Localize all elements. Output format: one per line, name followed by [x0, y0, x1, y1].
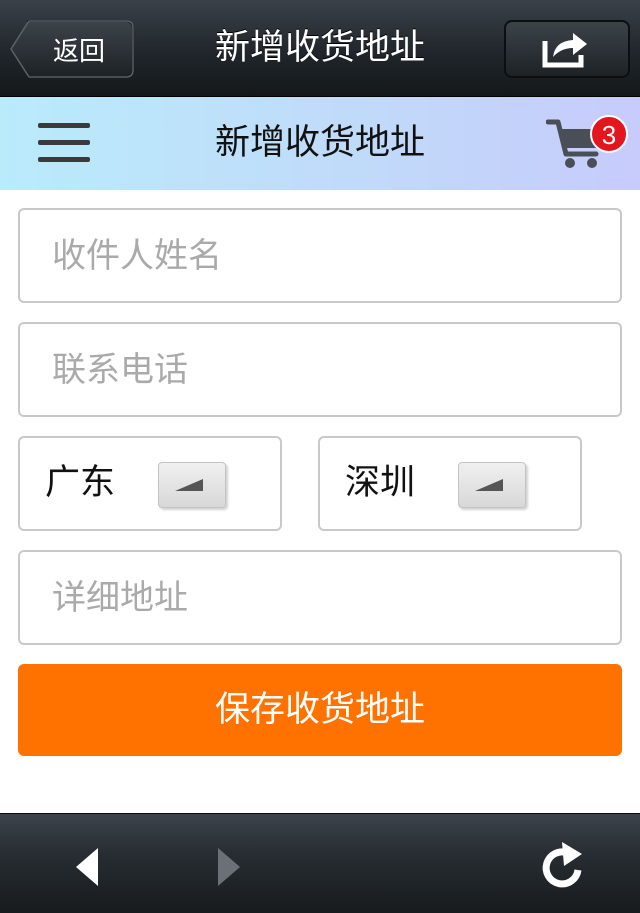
cart-count-badge: 3 [590, 115, 628, 153]
recipient-name-field [18, 208, 622, 303]
city-selected-value: 深圳 [345, 463, 416, 503]
recipient-name-input[interactable] [20, 210, 620, 301]
province-selected-value: 广东 [45, 463, 116, 503]
top-navigation-bar: 返回 新增收货地址 [0, 0, 640, 97]
detailed-address-input[interactable] [20, 552, 620, 643]
city-select[interactable]: 深圳 [318, 436, 582, 531]
save-address-button[interactable]: 保存收货地址 [18, 664, 622, 756]
bottom-toolbar [0, 813, 640, 913]
city-dropdown-button[interactable] [458, 462, 526, 508]
detailed-address-field [18, 550, 622, 645]
page-title: 新增收货地址 [214, 123, 425, 163]
menu-icon[interactable] [38, 123, 90, 167]
share-button[interactable] [504, 20, 630, 78]
back-button-label: 返回 [52, 36, 105, 67]
phone-field [18, 322, 622, 417]
dropdown-triangle-icon [475, 479, 503, 491]
forward-arrow-icon[interactable] [214, 846, 244, 888]
app-title: 新增收货地址 [214, 28, 425, 68]
back-button[interactable]: 返回 [10, 20, 134, 78]
share-icon [542, 33, 587, 68]
dropdown-triangle-icon [175, 479, 203, 491]
refresh-icon[interactable] [538, 840, 590, 892]
back-arrow-icon[interactable] [72, 846, 102, 888]
phone-input[interactable] [20, 324, 620, 415]
province-select[interactable]: 广东 [18, 436, 282, 531]
province-dropdown-button[interactable] [158, 462, 226, 508]
